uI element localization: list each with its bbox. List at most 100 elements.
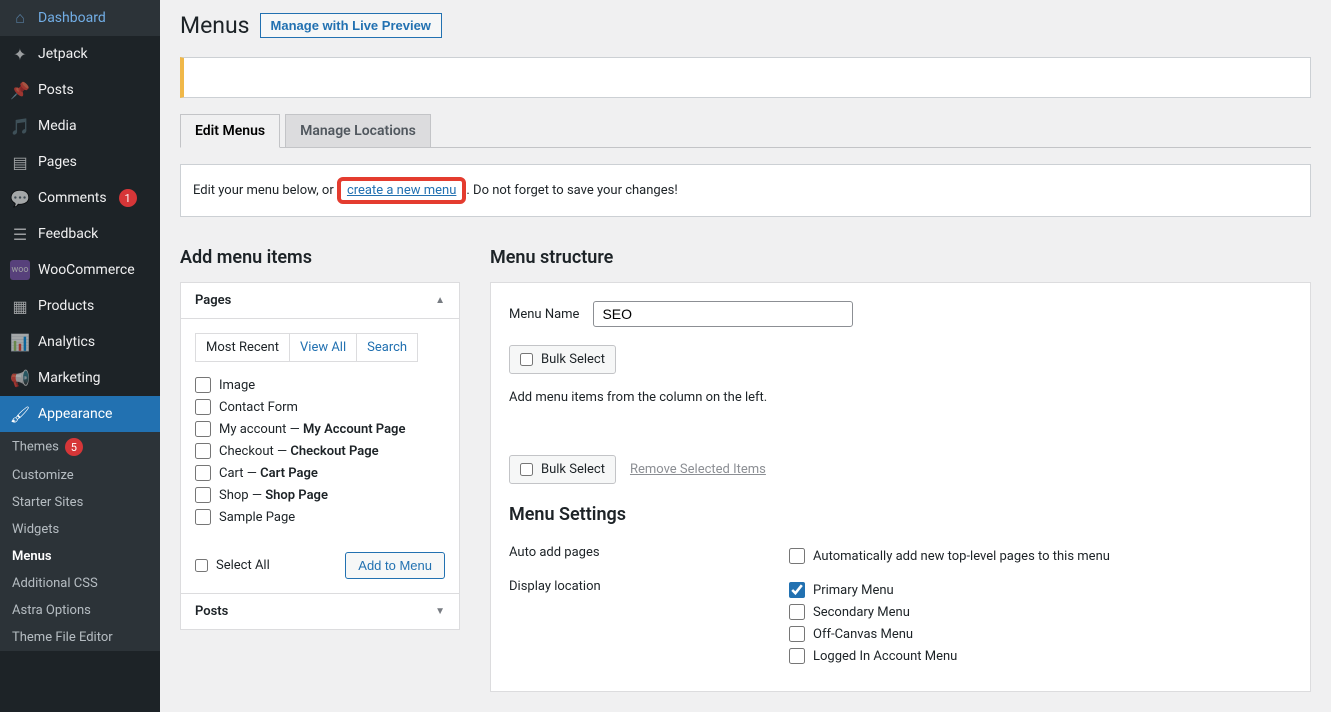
submenu-item-astra-options[interactable]: Astra Options	[0, 597, 160, 624]
submenu-item-customize[interactable]: Customize	[0, 462, 160, 489]
page-item[interactable]: Sample Page	[195, 506, 445, 528]
pages-accordion: Pages ▲ Most Recent View All Search Imag…	[180, 282, 460, 594]
location-option[interactable]: Primary Menu	[789, 579, 1292, 601]
select-all-checkbox[interactable]	[195, 559, 208, 572]
sidebar-item-marketing[interactable]: 📢Marketing	[0, 360, 160, 396]
location-checkbox[interactable]	[789, 582, 805, 598]
submenu-item-widgets[interactable]: Widgets	[0, 516, 160, 543]
submenu-item-additional-css[interactable]: Additional CSS	[0, 570, 160, 597]
bulk-select-top-text: Bulk Select	[541, 352, 605, 367]
page-item[interactable]: Contact Form	[195, 396, 445, 418]
posts-label: Posts	[195, 604, 228, 619]
page-item-checkbox[interactable]	[195, 421, 211, 437]
select-all-label[interactable]: Select All	[195, 558, 270, 573]
remove-selected-link[interactable]: Remove Selected Items	[630, 462, 766, 477]
posts-accordion-header[interactable]: Posts ▼	[181, 594, 459, 629]
page-item-checkbox[interactable]	[195, 487, 211, 503]
submenu-item-theme-file-editor[interactable]: Theme File Editor	[0, 624, 160, 651]
location-checkbox[interactable]	[789, 648, 805, 664]
page-item-label: Sample Page	[219, 510, 295, 525]
sidebar-item-label: Appearance	[38, 406, 112, 422]
page-item-checkbox[interactable]	[195, 509, 211, 525]
badge: 5	[65, 438, 83, 456]
admin-sidebar: ⌂Dashboard ✦ Jetpack 📌 Posts 🎵Media▤Pages 💬 Com…	[0, 0, 160, 712]
caret-up-icon: ▲	[435, 295, 445, 306]
sidebar-item-label: Posts	[38, 82, 74, 98]
subtab-most-recent[interactable]: Most Recent	[196, 334, 290, 361]
sidebar-item-media[interactable]: 🎵Media	[0, 108, 160, 144]
tab-edit-menus[interactable]: Edit Menus	[180, 114, 280, 148]
bulk-select-bottom-checkbox[interactable]	[520, 463, 533, 476]
location-option[interactable]: Secondary Menu	[789, 601, 1292, 623]
sidebar-item-posts[interactable]: 📌 Posts	[0, 72, 160, 108]
sidebar-item-label: Comments	[38, 190, 107, 206]
page-item-label: Shop — Shop Page	[219, 488, 328, 503]
sidebar-item-feedback[interactable]: ☰ Feedback	[0, 216, 160, 252]
page-item-label: Contact Form	[219, 400, 298, 415]
tab-manage-locations[interactable]: Manage Locations	[285, 114, 431, 148]
media-icon: 🎵	[10, 116, 30, 136]
location-checkbox[interactable]	[789, 626, 805, 642]
location-label: Secondary Menu	[813, 605, 910, 620]
empty-hint: Add menu items from the column on the le…	[509, 390, 1292, 405]
pin-icon: 📌	[10, 80, 30, 100]
sidebar-item-label: Dashboard	[38, 10, 106, 26]
page-item[interactable]: Cart — Cart Page	[195, 462, 445, 484]
menu-name-input[interactable]	[593, 301, 853, 327]
sidebar-item-comments[interactable]: 💬Comments1	[0, 180, 160, 216]
instruction-prefix: Edit your menu below, or	[193, 183, 337, 198]
jetpack-icon: ✦	[10, 44, 30, 64]
location-option[interactable]: Logged In Account Menu	[789, 645, 1292, 667]
auto-add-text: Automatically add new top-level pages to…	[813, 549, 1110, 564]
page-item-label: Checkout — Checkout Page	[219, 444, 379, 459]
page-item-label: Image	[219, 378, 255, 393]
submenu-item-menus[interactable]: Menus	[0, 543, 160, 570]
pages-subtabs: Most Recent View All Search	[195, 333, 418, 362]
bulk-select-bottom-button[interactable]: Bulk Select	[509, 455, 616, 484]
create-new-menu-link[interactable]: create a new menu	[347, 183, 456, 198]
auto-add-checkbox[interactable]	[789, 548, 805, 564]
submenu-item-starter-sites[interactable]: Starter Sites	[0, 489, 160, 516]
page-item[interactable]: Image	[195, 374, 445, 396]
bulk-select-top-button[interactable]: Bulk Select	[509, 345, 616, 374]
add-items-heading: Add menu items	[180, 247, 460, 268]
subtab-view-all[interactable]: View All	[290, 334, 357, 361]
page-item-checkbox[interactable]	[195, 377, 211, 393]
bulk-select-bottom-text: Bulk Select	[541, 462, 605, 477]
page-item[interactable]: Checkout — Checkout Page	[195, 440, 445, 462]
comment-icon: 💬	[10, 188, 30, 208]
sidebar-item-woocommerce[interactable]: wooWooCommerce	[0, 252, 160, 288]
sidebar-item-label: Jetpack	[38, 46, 88, 62]
sidebar-item-analytics[interactable]: 📊Analytics	[0, 324, 160, 360]
sidebar-item-products[interactable]: ▦Products	[0, 288, 160, 324]
sidebar-item-pages[interactable]: ▤Pages	[0, 144, 160, 180]
location-label: Primary Menu	[813, 583, 894, 598]
location-checkbox[interactable]	[789, 604, 805, 620]
instruction-suffix: . Do not forget to save your changes!	[466, 183, 677, 198]
add-to-menu-button[interactable]: Add to Menu	[345, 552, 445, 579]
auto-add-option[interactable]: Automatically add new top-level pages to…	[789, 545, 1292, 567]
sidebar-item-label: Products	[38, 298, 94, 314]
page-item-checkbox[interactable]	[195, 443, 211, 459]
page-item[interactable]: Shop — Shop Page	[195, 484, 445, 506]
sidebar-item-dashboard[interactable]: ⌂Dashboard	[0, 0, 160, 36]
posts-accordion: Posts ▼	[180, 594, 460, 630]
manage-live-preview-button[interactable]: Manage with Live Preview	[260, 13, 442, 38]
analytics-icon: 📊	[10, 332, 30, 352]
pages-accordion-header[interactable]: Pages ▲	[181, 283, 459, 319]
subtab-search[interactable]: Search	[357, 334, 417, 361]
page-item-checkbox[interactable]	[195, 465, 211, 481]
feedback-icon: ☰	[10, 224, 30, 244]
sidebar-item-label: Marketing	[38, 370, 101, 386]
sidebar-item-jetpack[interactable]: ✦ Jetpack	[0, 36, 160, 72]
page-item[interactable]: My account — My Account Page	[195, 418, 445, 440]
sidebar-item-appearance[interactable]: 🖌 Appearance	[0, 396, 160, 432]
menu-settings-heading: Menu Settings	[509, 504, 1292, 525]
location-option[interactable]: Off-Canvas Menu	[789, 623, 1292, 645]
bulk-select-top-checkbox[interactable]	[520, 353, 533, 366]
submenu-item-themes[interactable]: Themes5	[0, 432, 160, 462]
menu-structure-heading: Menu structure	[490, 247, 1311, 268]
appearance-icon: 🖌	[10, 404, 30, 424]
sidebar-item-label: Feedback	[38, 226, 98, 242]
page-item-checkbox[interactable]	[195, 399, 211, 415]
